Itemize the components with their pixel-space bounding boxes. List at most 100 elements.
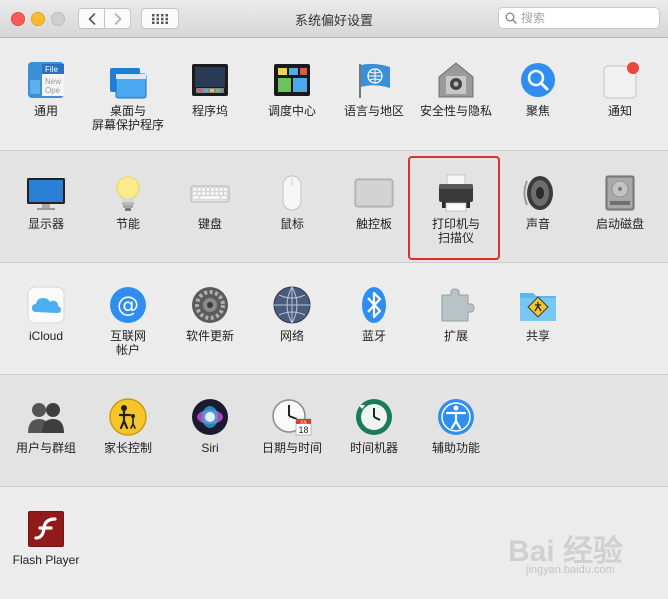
pane-label: 键盘: [197, 217, 222, 231]
sound-icon: [523, 176, 553, 210]
pane-keyboard[interactable]: 键盘: [169, 173, 251, 231]
notifications-icon: [603, 62, 639, 99]
pane-label: 程序坞: [191, 104, 228, 118]
pane-accessibility[interactable]: 辅助功能: [415, 397, 497, 455]
desktop-screensaver-icon: [110, 68, 147, 99]
pane-label: 时间机器: [349, 441, 398, 455]
zoom-button[interactable]: [51, 12, 65, 26]
pane-label: 语言与地区: [343, 104, 404, 118]
parental-controls-icon: [109, 398, 147, 436]
chevron-left-icon: [88, 12, 95, 25]
pane-parental-controls[interactable]: 家长控制: [87, 397, 169, 455]
pane-bluetooth[interactable]: 蓝牙: [333, 285, 415, 343]
pane-flash-player[interactable]: Flash Player: [5, 509, 87, 567]
pane-label: 共享: [525, 329, 550, 343]
pane-label: 辅助功能: [431, 441, 480, 455]
icloud-icon: [27, 286, 65, 324]
pane-energy-saver[interactable]: 节能: [87, 173, 169, 231]
pane-label: 网络: [279, 329, 304, 343]
pane-time-machine[interactable]: 时间机器: [333, 397, 415, 455]
pane-label: Flash Player: [12, 553, 80, 567]
internet-accounts-icon: @: [110, 287, 146, 323]
mission-control-icon: [274, 64, 310, 96]
forward-button[interactable]: [104, 8, 131, 29]
pane-label: 互联网 帐户: [109, 329, 146, 357]
pane-mission-control[interactable]: 调度中心: [251, 60, 333, 118]
grid-icon: [152, 13, 168, 24]
pane-label: 家长控制: [103, 441, 152, 455]
spotlight-icon: [521, 63, 555, 97]
search-field[interactable]: [498, 7, 660, 29]
pane-notifications[interactable]: 通知: [579, 60, 661, 118]
mouse-icon: [282, 175, 302, 211]
date-time-icon: JUL 18: [272, 399, 312, 436]
keyboard-icon: [190, 185, 230, 203]
pane-sound[interactable]: 声音: [497, 173, 579, 231]
energy-saver-icon: [116, 176, 140, 211]
pane-icloud[interactable]: iCloud: [5, 285, 87, 343]
pane-label: 安全性与隐私: [419, 104, 492, 118]
time-machine-icon: [356, 399, 392, 435]
pane-label: 显示器: [27, 217, 64, 231]
displays-icon: [27, 178, 65, 210]
pane-date-time[interactable]: JUL 18 日期与时间: [251, 397, 333, 455]
show-all-button[interactable]: [141, 8, 179, 29]
pane-spotlight[interactable]: 聚焦: [497, 60, 579, 118]
pane-software-update[interactable]: 软件更新: [169, 285, 251, 343]
pane-label: 节能: [115, 217, 140, 231]
pane-label: 触控板: [355, 217, 392, 231]
pane-users-groups[interactable]: 用户与群组: [5, 397, 87, 455]
back-button[interactable]: [78, 8, 105, 29]
pane-label: 扩展: [443, 329, 468, 343]
pane-label: 桌面与 屏幕保护程序: [91, 104, 164, 132]
pane-security-privacy[interactable]: 安全性与隐私: [415, 60, 497, 118]
pane-label: iCloud: [28, 329, 64, 343]
svg-text:18: 18: [298, 425, 308, 435]
system-preferences-window: 系统偏好设置 File New Ope 通用: [0, 0, 668, 598]
svg-text:@: @: [117, 293, 139, 318]
pane-label: 聚焦: [525, 104, 550, 118]
pane-general[interactable]: File New Ope 通用: [5, 60, 87, 118]
pane-siri[interactable]: Siri: [169, 397, 251, 455]
pane-label: 日期与时间: [261, 441, 322, 455]
pane-displays[interactable]: 显示器: [5, 173, 87, 231]
software-update-icon: [192, 287, 228, 323]
svg-text:File: File: [45, 65, 58, 74]
pane-label: Siri: [201, 441, 219, 455]
pane-label: 软件更新: [185, 329, 234, 343]
sharing-icon: [520, 293, 556, 321]
pane-label: 用户与群组: [15, 441, 76, 455]
language-region-icon: [359, 63, 390, 98]
startup-disk-icon: [605, 175, 635, 211]
chevron-right-icon: [114, 12, 121, 25]
title-bar: 系统偏好设置: [0, 0, 668, 38]
pane-language-region[interactable]: 语言与地区: [333, 60, 415, 118]
baidu-watermark: Bai 经验 jingyan.baidu.com: [508, 524, 664, 584]
close-button[interactable]: [11, 12, 25, 26]
pane-label: 通知: [607, 104, 632, 118]
pane-dock[interactable]: 程序坞: [169, 60, 251, 118]
highlight-box: [408, 156, 500, 260]
dock-icon: [192, 64, 228, 96]
security-privacy-icon: [438, 62, 474, 98]
pane-label: 蓝牙: [361, 329, 386, 343]
watermark-url: jingyan.baidu.com: [526, 564, 615, 576]
pane-network[interactable]: 网络: [251, 285, 333, 343]
pane-internet-accounts[interactable]: @ 互联网 帐户: [87, 285, 169, 357]
svg-text:Ope: Ope: [45, 86, 61, 95]
siri-icon: [192, 399, 228, 435]
pane-desktop-screensaver[interactable]: 桌面与 屏幕保护程序: [87, 60, 169, 132]
users-groups-icon: [28, 403, 64, 433]
pane-sharing[interactable]: 共享: [497, 285, 579, 343]
pane-trackpad[interactable]: 触控板: [333, 173, 415, 231]
pane-extensions[interactable]: 扩展: [415, 285, 497, 343]
search-input[interactable]: [521, 10, 653, 26]
svg-text:New: New: [45, 77, 61, 86]
general-icon: File New Ope: [28, 62, 64, 98]
trackpad-icon: [354, 178, 394, 208]
pane-startup-disk[interactable]: 启动磁盘: [579, 173, 661, 231]
minimize-button[interactable]: [31, 12, 45, 26]
pane-label: 启动磁盘: [595, 217, 644, 231]
pane-mouse[interactable]: 鼠标: [251, 173, 333, 231]
svg-text:JUL: JUL: [299, 419, 307, 424]
